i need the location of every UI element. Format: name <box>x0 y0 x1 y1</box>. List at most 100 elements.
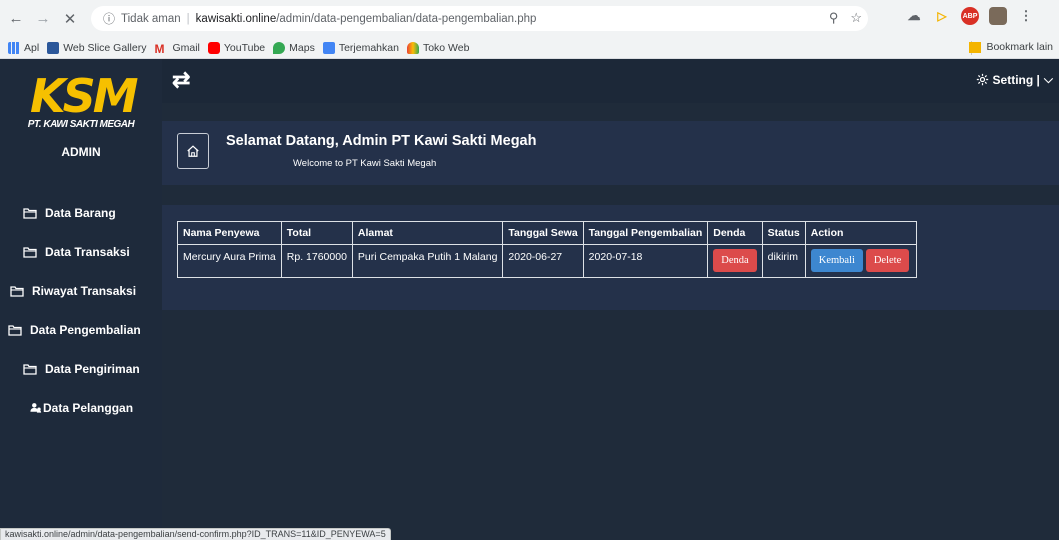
home-icon <box>177 133 209 169</box>
folder-icon <box>10 285 24 297</box>
sidebar-item-data-pengiriman[interactable]: Data Pengiriman <box>0 349 162 388</box>
company-logo[interactable]: KSM PT. KAWI SAKTI MEGAH <box>0 71 162 133</box>
bookmark-label: Gmail <box>172 41 200 54</box>
bookmark-terjemahkan[interactable]: Terjemahkan <box>322 41 399 54</box>
cell-action: Kembali Delete <box>804 244 917 278</box>
youtube-icon <box>207 41 220 54</box>
setting-label: Setting | <box>992 72 1040 87</box>
bookmark-gmail[interactable]: M Gmail <box>154 41 200 56</box>
main-content: Selamat Datang, Admin PT Kawi Sakti Mega… <box>162 103 1059 540</box>
column-header: Nama Penyewa <box>177 221 282 245</box>
delete-button[interactable]: Delete <box>865 249 910 272</box>
cell-tanggal-sewa: 2020-06-27 <box>502 244 584 278</box>
table-panel: Nama Penyewa Total Alamat Tanggal Sewa T… <box>162 205 1059 310</box>
swap-arrows-icon[interactable]: ⇄ <box>172 67 190 93</box>
user-role: ADMIN <box>61 145 101 159</box>
adblock-extension-icon[interactable]: ABP <box>961 7 979 25</box>
address-bar[interactable]: ⓘ Tidak aman | kawisakti.online/admin/da… <box>91 6 868 31</box>
bookmark-youtube[interactable]: YouTube <box>207 41 266 54</box>
sidebar-menu: Data Barang Data Transaksi Riwayat Trans… <box>0 193 162 427</box>
denda-button[interactable]: Denda <box>713 249 757 272</box>
bookmark-label: Web Slice Gallery <box>63 41 147 54</box>
sidebar-item-data-pengembalian[interactable]: Data Pengembalian <box>0 310 162 349</box>
bookmark-toko-web[interactable]: Toko Web <box>406 41 470 54</box>
profile-avatar-icon[interactable] <box>989 7 1007 25</box>
bookmark-other[interactable]: Bookmark lain <box>969 41 1053 53</box>
sidebar-item-label: Data Pengiriman <box>45 361 140 376</box>
sidebar-item-data-barang[interactable]: Data Barang <box>0 193 162 232</box>
web-slice-icon <box>47 41 60 54</box>
folder-yellow-icon <box>969 41 982 53</box>
column-header: Tanggal Sewa <box>502 221 584 245</box>
sidebar-item-label: Riwayat Transaksi <box>32 283 137 298</box>
welcome-subtitle: Welcome to PT Kawi Sakti Megah <box>293 158 437 169</box>
pengembalian-table: Nama Penyewa Total Alamat Tanggal Sewa T… <box>177 221 917 278</box>
zoom-icon[interactable]: ⚲ <box>829 10 839 26</box>
cell-tanggal-pengembalian: 2020-07-18 <box>582 244 709 278</box>
webstore-icon <box>406 41 419 54</box>
cell-nama-penyewa: Mercury Aura Prima <box>177 244 282 278</box>
folder-icon <box>8 324 22 336</box>
folder-icon <box>23 207 37 219</box>
sidebar-item-label: Data Pengembalian <box>30 322 141 337</box>
cell-denda: Denda <box>707 244 763 278</box>
bookmarks-bar: Apl Web Slice Gallery M Gmail YouTube Map… <box>0 37 1059 59</box>
bookmark-maps[interactable]: Maps <box>273 41 315 54</box>
sidebar-item-label: Data Barang <box>45 205 116 220</box>
info-icon[interactable]: ⓘ <box>103 10 115 27</box>
sidebar-item-data-transaksi[interactable]: Data Transaksi <box>0 232 162 271</box>
cloud-extension-icon[interactable]: ☁ <box>905 7 923 25</box>
chevron-down-icon: ⌵ <box>1043 72 1053 86</box>
column-header: Status <box>761 221 806 245</box>
bookmark-label: YouTube <box>223 41 266 54</box>
bookmark-label: Apl <box>24 41 40 54</box>
star-bookmark-icon[interactable]: ☆ <box>850 10 862 26</box>
bookmark-web-slice-gallery[interactable]: Web Slice Gallery <box>47 41 147 54</box>
column-header: Total <box>280 221 353 245</box>
extensions-area: ☁ ▷ ABP ⋮ <box>905 7 1035 25</box>
cell-alamat: Puri Cempaka Putih 1 Malang <box>351 244 504 278</box>
cell-total: Rp. 1760000 <box>280 244 353 278</box>
sidebar: KSM PT. KAWI SAKTI MEGAH ADMIN Data Bara… <box>0 59 162 540</box>
apps-grid-icon <box>8 41 20 54</box>
maps-icon <box>273 41 286 54</box>
bookmark-label: Maps <box>289 41 315 54</box>
setting-dropdown[interactable]: Setting | ⌵ <box>976 72 1053 87</box>
column-header: Tanggal Pengembalian <box>582 221 709 245</box>
top-navbar: ⇄ Setting | ⌵ <box>162 59 1059 103</box>
kembali-button[interactable]: Kembali <box>810 249 863 272</box>
url-host: kawisakti.online <box>195 12 277 25</box>
table-row: Mercury Aura Prima Rp. 1760000 Puri Cemp… <box>177 244 917 278</box>
bookmark-label: Bookmark lain <box>986 41 1053 53</box>
welcome-title: Selamat Datang, Admin PT Kawi Sakti Mega… <box>226 133 537 149</box>
sidebar-item-label: Data Pelanggan <box>43 400 134 415</box>
stop-loading-icon[interactable]: ✕ <box>59 8 81 30</box>
bookmark-label: Terjemahkan <box>338 41 399 54</box>
folder-icon <box>23 363 37 375</box>
play-extension-icon[interactable]: ▷ <box>933 7 951 25</box>
address-separator: | <box>186 12 190 25</box>
logo-subtitle: PT. KAWI SAKTI MEGAH <box>27 119 135 130</box>
folder-icon <box>23 246 37 258</box>
table-header-row: Nama Penyewa Total Alamat Tanggal Sewa T… <box>177 221 917 245</box>
column-header: Action <box>804 221 917 245</box>
cell-status: dikirim <box>761 244 806 278</box>
sidebar-item-riwayat-transaksi[interactable]: Riwayat Transaksi <box>0 271 162 310</box>
bookmark-label: Toko Web <box>422 41 470 54</box>
forward-arrow-icon[interactable]: → <box>32 8 54 30</box>
column-header: Alamat <box>351 221 504 245</box>
sidebar-item-label: Data Transaksi <box>45 244 130 259</box>
security-status: Tidak aman <box>121 12 181 25</box>
menu-kebab-icon[interactable]: ⋮ <box>1017 7 1035 25</box>
translate-icon <box>322 41 335 54</box>
bookmark-apps[interactable]: Apl <box>8 41 40 54</box>
sidebar-item-data-pelanggan[interactable]: Data Pelanggan <box>0 388 162 427</box>
browser-toolbar: ← → ✕ ⌂ ⓘ Tidak aman | kawisakti.online/… <box>0 0 1059 37</box>
users-icon <box>30 403 42 413</box>
browser-status-url: kawisakti.online/admin/data-pengembalian… <box>0 528 391 540</box>
gmail-icon: M <box>154 41 165 56</box>
url-path: /admin/data-pengembalian/data-pengembali… <box>276 12 537 25</box>
back-arrow-icon[interactable]: ← <box>5 8 27 30</box>
column-header: Denda <box>707 221 763 245</box>
gear-icon <box>976 73 988 86</box>
